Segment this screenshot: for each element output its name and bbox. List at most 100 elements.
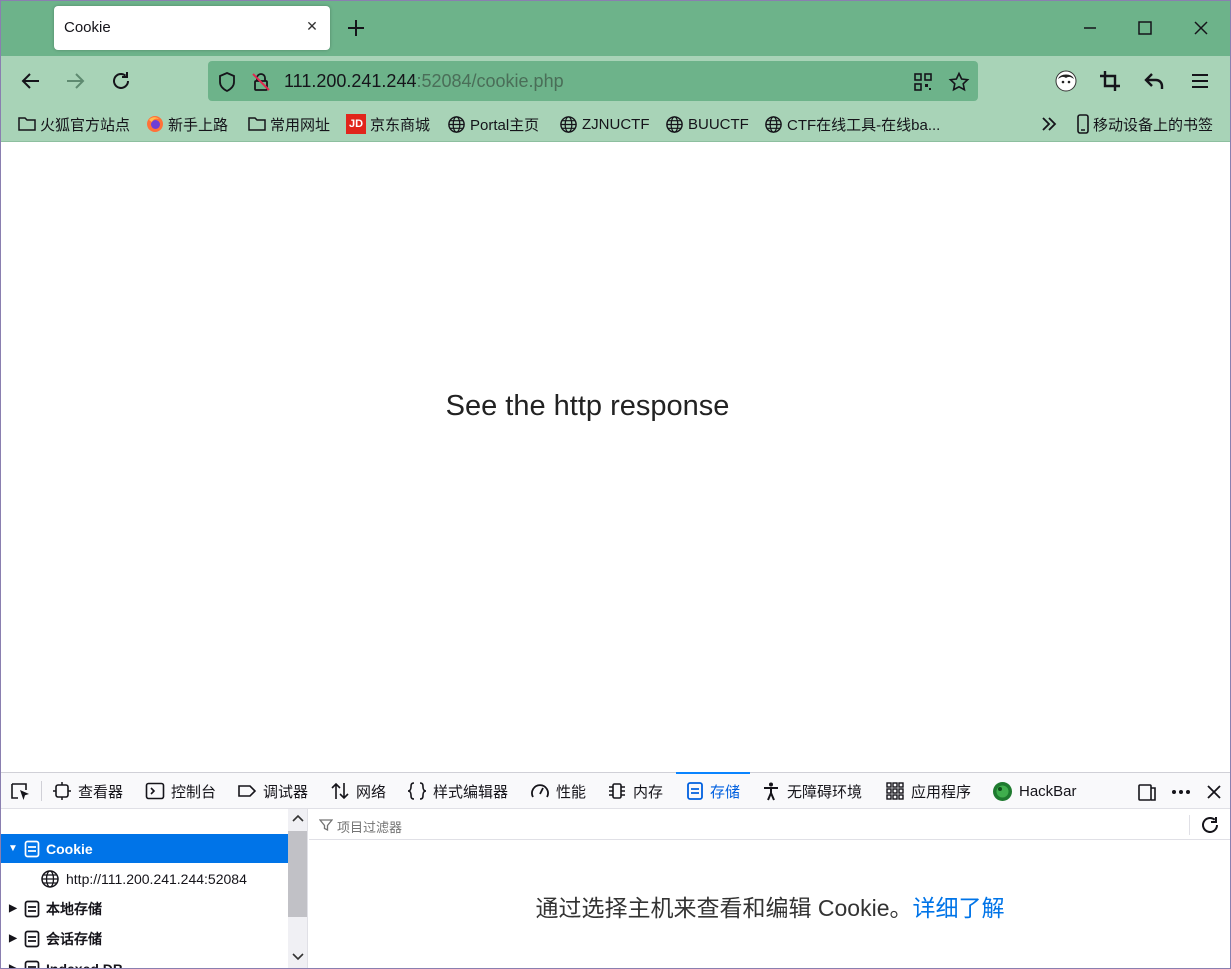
tab-label: 样式编辑器 — [433, 783, 509, 801]
url-text[interactable]: 111.200.241.244:52084/cookie.php — [284, 71, 564, 92]
tree-label: 本地存储 — [46, 900, 102, 917]
tab-memory[interactable]: 内存 — [607, 773, 663, 809]
nav-bar: 111.200.241.244:52084/cookie.php — [0, 56, 1231, 106]
mobile-bookmarks[interactable]: 移动设备上的书签 — [1077, 114, 1213, 134]
tab-inspector[interactable]: 查看器 — [52, 773, 123, 809]
url-host: 111.200.241.244 — [284, 71, 417, 91]
console-icon — [145, 782, 165, 800]
insecure-lock-icon[interactable] — [250, 71, 272, 93]
tab-storage[interactable]: 存储 — [675, 772, 751, 809]
bookmark-item[interactable]: 火狐官方站点 — [18, 114, 130, 134]
storage-icon — [687, 782, 703, 800]
devtools-toolbar: 查看器 控制台 调试器 网络 样式编辑器 性能 内存 存储 无障碍环境 应用程序… — [0, 772, 1231, 809]
bookmark-item[interactable]: JD 京东商城 — [346, 114, 430, 134]
bookmark-star-icon[interactable] — [948, 71, 970, 93]
sidebar-scrollbar[interactable] — [288, 809, 307, 969]
bookmark-label: 京东商城 — [370, 116, 431, 134]
browser-tab[interactable]: Cookie ✕ — [54, 6, 330, 50]
bookmark-item[interactable]: CTF在线工具-在线ba... — [764, 114, 940, 134]
filter-bar[interactable]: 项目过滤器 — [309, 809, 1231, 840]
undo-arrow-icon[interactable] — [1142, 68, 1168, 94]
globe-icon — [765, 115, 782, 133]
tab-accessibility[interactable]: 无障碍环境 — [761, 773, 862, 809]
globe-icon — [560, 115, 577, 133]
tab-style-editor[interactable]: 样式编辑器 — [407, 773, 508, 809]
element-picker-icon[interactable] — [10, 782, 32, 802]
tab-network[interactable]: 网络 — [330, 773, 386, 809]
more-options-icon[interactable] — [1170, 782, 1192, 802]
mobile-bookmarks-label: 移动设备上的书签 — [1093, 116, 1214, 134]
tree-label: Cookie — [46, 840, 93, 857]
tab-debugger[interactable]: 调试器 — [237, 773, 308, 809]
tree-item-session-storage[interactable]: ▶ 会话存储 — [0, 924, 288, 953]
expanded-arrow-icon[interactable]: ▼ — [6, 843, 20, 854]
bookmark-item[interactable]: 常用网址 — [248, 114, 330, 134]
empty-notice: 通过选择主机来查看和编辑 Cookie。详细了解 — [309, 889, 1231, 923]
back-icon[interactable] — [18, 68, 44, 94]
bookmark-item[interactable]: Portal主页 — [447, 114, 539, 134]
menu-icon[interactable] — [1187, 68, 1213, 94]
jd-icon: JD — [346, 114, 366, 134]
globe-icon — [666, 115, 683, 133]
extension-avatar-icon[interactable] — [1053, 68, 1079, 94]
tab-label: HackBar — [1019, 782, 1077, 800]
close-tab-icon[interactable]: ✕ — [304, 19, 320, 35]
reload-icon[interactable] — [108, 68, 134, 94]
tree-item-cookie[interactable]: ▼ Cookie — [0, 834, 288, 863]
tree-label: 会话存储 — [46, 930, 102, 947]
storage-tree: ▼ Cookie http://111.200.241.244:52084 ▶ … — [0, 809, 308, 969]
dock-toggle-icon[interactable] — [1137, 782, 1157, 802]
page-content: See the http response — [0, 142, 1231, 772]
tree-item-indexed-db[interactable]: ▶ Indexed DB — [0, 954, 288, 969]
bookmark-item[interactable]: ZJNUCTF — [559, 114, 650, 134]
forward-icon[interactable] — [62, 68, 88, 94]
bookmark-label: BUUCTF — [688, 115, 749, 133]
collapsed-arrow-icon[interactable]: ▶ — [6, 963, 20, 969]
maximize-icon[interactable] — [1131, 14, 1159, 42]
tab-hackbar[interactable]: HackBar — [992, 773, 1077, 809]
network-icon — [331, 782, 349, 800]
tracking-shield-icon[interactable] — [216, 71, 238, 93]
bookmark-item[interactable]: 新手上路 — [146, 114, 228, 134]
minimize-icon[interactable] — [1076, 14, 1104, 42]
new-tab-icon[interactable] — [344, 16, 368, 40]
mobile-device-icon — [1077, 114, 1089, 134]
close-window-icon[interactable] — [1187, 14, 1215, 42]
tab-performance[interactable]: 性能 — [530, 773, 586, 809]
bookmark-label: CTF在线工具-在线ba... — [787, 116, 941, 134]
tab-strip: Cookie ✕ — [0, 0, 1231, 56]
tab-label: 性能 — [556, 783, 587, 801]
tab-application[interactable]: 应用程序 — [885, 773, 971, 809]
collapsed-arrow-icon[interactable]: ▶ — [6, 933, 20, 944]
globe-icon — [448, 115, 465, 133]
memory-icon — [609, 783, 625, 799]
crop-icon[interactable] — [1097, 68, 1123, 94]
bookmark-item[interactable]: BUUCTF — [665, 114, 749, 134]
page-message: See the http response — [445, 390, 730, 422]
tab-label: 应用程序 — [911, 783, 972, 801]
scroll-down-icon[interactable] — [292, 952, 304, 962]
scroll-up-icon[interactable] — [292, 813, 304, 823]
qr-code-icon[interactable] — [912, 71, 934, 93]
filter-input[interactable]: 项目过滤器 — [337, 817, 402, 836]
close-devtools-icon[interactable] — [1205, 783, 1223, 801]
bookmarks-toolbar: 火狐官方站点 新手上路 常用网址 JD 京东商城 Portal主页 ZJNUCT… — [0, 106, 1231, 142]
refresh-icon[interactable] — [1199, 814, 1221, 836]
tab-console[interactable]: 控制台 — [145, 773, 216, 809]
toolbar-divider — [41, 781, 42, 801]
style-editor-icon — [407, 782, 427, 800]
learn-more-link[interactable]: 详细了解 — [912, 895, 1004, 921]
tab-label: 内存 — [633, 783, 664, 801]
collapsed-arrow-icon[interactable]: ▶ — [6, 903, 20, 914]
debugger-icon — [238, 785, 257, 797]
filter-icon — [319, 819, 333, 832]
scrollbar-thumb[interactable] — [288, 831, 307, 917]
tab-label: 查看器 — [78, 783, 124, 801]
tree-label: http://111.200.241.244:52084 — [66, 870, 247, 887]
chevron-double-right-icon[interactable] — [1040, 116, 1058, 132]
bookmark-label: 常用网址 — [270, 116, 331, 134]
tree-item-host[interactable]: http://111.200.241.244:52084 — [0, 864, 288, 893]
bookmark-label: 新手上路 — [168, 116, 229, 134]
tree-item-local-storage[interactable]: ▶ 本地存储 — [0, 894, 288, 923]
address-bar[interactable]: 111.200.241.244:52084/cookie.php — [208, 61, 978, 101]
